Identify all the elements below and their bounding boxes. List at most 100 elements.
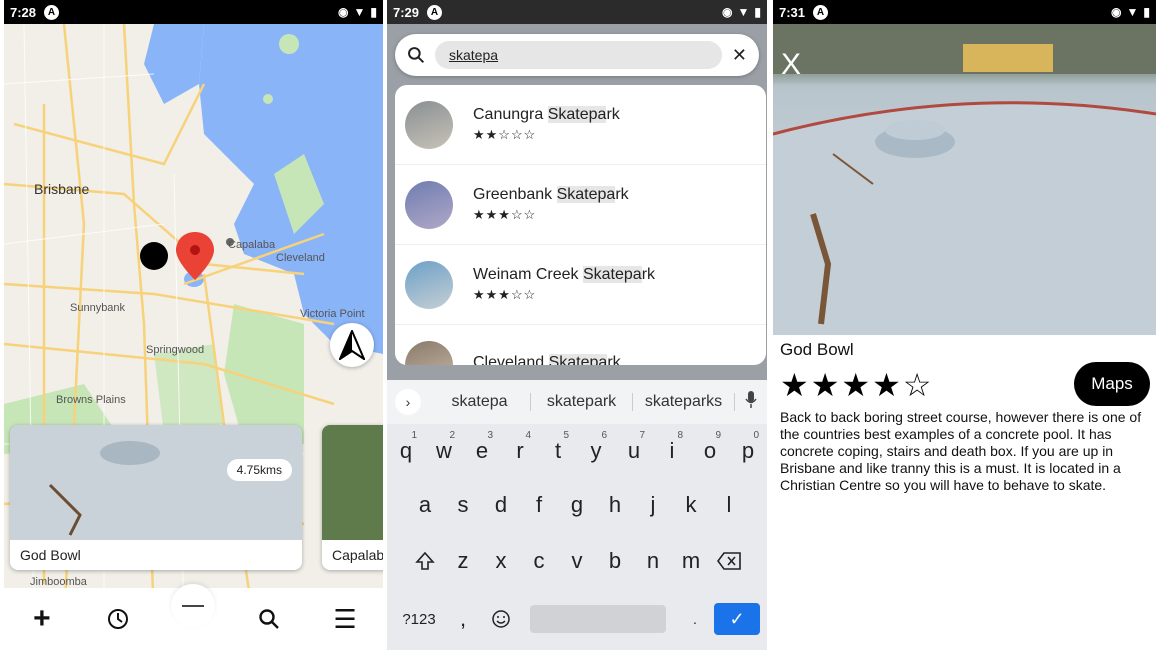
wifi-icon: ▼ — [737, 5, 750, 19]
key-i[interactable]: i8 — [653, 426, 691, 476]
close-button[interactable]: X — [781, 48, 801, 82]
search-result-item[interactable]: Canungra Skatepark ★★☆☆☆ — [395, 85, 766, 165]
key-q[interactable]: q1 — [387, 426, 425, 476]
symbols-key[interactable]: ?123 — [394, 594, 444, 644]
suggestion-item[interactable]: skatepa — [429, 393, 531, 411]
key-y[interactable]: y6 — [577, 426, 615, 476]
filter-button[interactable] — [96, 597, 140, 641]
search-bar: skatepa ✕ — [395, 34, 759, 76]
result-thumbnail — [405, 340, 453, 365]
spot-detail-screen: 7:31 A ◉ ▼ ▮ X God Bowl ★★★★☆ Maps Back … — [773, 0, 1156, 650]
key-m[interactable]: m — [672, 536, 710, 586]
status-icons: ◉ ▼ ▮ — [722, 5, 761, 19]
key-w[interactable]: w2 — [425, 426, 463, 476]
status-bar: 7:28 A ◉ ▼ ▮ — [4, 0, 383, 24]
key-h[interactable]: h — [596, 480, 634, 530]
key-n[interactable]: n — [634, 536, 672, 586]
key-g[interactable]: g — [558, 480, 596, 530]
search-result-item[interactable]: Weinam Creek Skatepark ★★★☆☆ — [395, 245, 766, 325]
key-l[interactable]: l — [710, 480, 748, 530]
drag-handle-button[interactable] — [171, 584, 216, 628]
map-label: Victoria Point — [300, 308, 365, 320]
result-rating: ★★★☆☆ — [473, 287, 537, 302]
battery-icon: ▮ — [1143, 5, 1150, 19]
wifi-icon: ▼ — [353, 5, 366, 19]
battery-icon: ▮ — [370, 5, 377, 19]
key-k[interactable]: k — [672, 480, 710, 530]
spot-rating[interactable]: ★★★★☆ — [780, 366, 933, 404]
suggestion-strip: › skatepa skatepark skateparks — [387, 380, 767, 424]
backspace-icon — [717, 552, 741, 570]
key-r[interactable]: r4 — [501, 426, 539, 476]
status-time: 7:29 — [393, 4, 420, 20]
result-name: Canungra Skatepark — [473, 106, 620, 123]
enter-key[interactable]: ✓ — [714, 603, 760, 635]
key-period[interactable]: . — [676, 594, 714, 644]
search-results-list: Canungra Skatepark ★★☆☆☆ Greenbank Skate… — [395, 85, 766, 365]
key-z[interactable]: z — [444, 536, 482, 586]
result-name: Weinam Creek Skatepark — [473, 266, 656, 283]
key-v[interactable]: v — [558, 536, 596, 586]
on-screen-keyboard: q1 w2 e3 r4 t5 y6 u7 i8 o9 p0 a s d f g … — [387, 424, 767, 650]
suggestion-item[interactable]: skateparks — [633, 393, 735, 411]
shift-icon — [415, 551, 435, 570]
emoji-icon — [492, 610, 510, 628]
add-spot-button[interactable]: + — [20, 597, 64, 641]
notification-icon: A — [813, 4, 829, 20]
key-p[interactable]: p0 — [729, 426, 767, 476]
key-f[interactable]: f — [520, 480, 558, 530]
bottom-nav: + ☰ — [4, 584, 383, 650]
spot-card-title: Capalab — [332, 547, 383, 563]
key-j[interactable]: j — [634, 480, 672, 530]
key-e[interactable]: e3 — [463, 426, 501, 476]
key-d[interactable]: d — [482, 480, 520, 530]
spot-card-photo — [322, 425, 383, 540]
key-comma[interactable]: , — [444, 594, 482, 644]
location-icon: ◉ — [722, 5, 733, 19]
search-icon — [408, 47, 425, 64]
search-result-item[interactable]: Cleveland Skatepark — [395, 325, 766, 365]
spacebar-key[interactable] — [530, 605, 666, 633]
result-name: Greenbank Skatepark — [473, 186, 629, 203]
search-icon — [259, 609, 280, 629]
key-c[interactable]: c — [520, 536, 558, 586]
distance-pill: 4.75kms — [226, 459, 292, 481]
search-input[interactable]: skatepa — [435, 41, 722, 69]
spot-card[interactable]: 4.75kms God Bowl — [10, 425, 302, 570]
key-o[interactable]: o9 — [691, 426, 729, 476]
spot-card-photo: 4.75kms — [10, 425, 302, 540]
key-s[interactable]: s — [444, 480, 482, 530]
status-time: 7:28 — [10, 4, 37, 20]
status-time: 7:31 — [779, 4, 806, 20]
pool-photo — [773, 24, 1156, 335]
location-icon: ◉ — [1111, 5, 1122, 19]
open-maps-button[interactable]: Maps — [1074, 362, 1150, 406]
chevron-right-icon[interactable]: › — [395, 389, 421, 415]
key-t[interactable]: t5 — [539, 426, 577, 476]
shift-key[interactable] — [406, 536, 444, 586]
status-bar: 7:31 A ◉ ▼ ▮ — [773, 0, 1156, 24]
search-result-item[interactable]: Greenbank Skatepark ★★★☆☆ — [395, 165, 766, 245]
status-icons: ◉ ▼ ▮ — [1111, 5, 1150, 19]
emoji-key[interactable] — [482, 594, 520, 644]
clear-search-icon[interactable]: ✕ — [732, 45, 747, 66]
key-a[interactable]: a — [406, 480, 444, 530]
menu-icon: ☰ — [333, 603, 357, 634]
pool-photo — [10, 425, 302, 540]
status-icons: ◉ ▼ ▮ — [338, 5, 377, 19]
map-label: Cleveland — [276, 252, 325, 264]
checkmark-icon: ✓ — [729, 608, 745, 629]
menu-button[interactable]: ☰ — [323, 597, 367, 641]
key-u[interactable]: u7 — [615, 426, 653, 476]
search-button[interactable] — [247, 597, 291, 641]
compass-button[interactable] — [330, 323, 374, 367]
suggestion-item[interactable]: skatepark — [531, 393, 633, 411]
key-b[interactable]: b — [596, 536, 634, 586]
map-label: Springwood — [146, 344, 205, 356]
key-x[interactable]: x — [482, 536, 520, 586]
result-name: Cleveland Skatepark — [473, 354, 621, 365]
spot-card[interactable]: Capalab — [322, 425, 383, 570]
microphone-icon[interactable] — [745, 390, 757, 414]
current-location-marker[interactable] — [140, 242, 168, 270]
backspace-key[interactable] — [710, 536, 748, 586]
